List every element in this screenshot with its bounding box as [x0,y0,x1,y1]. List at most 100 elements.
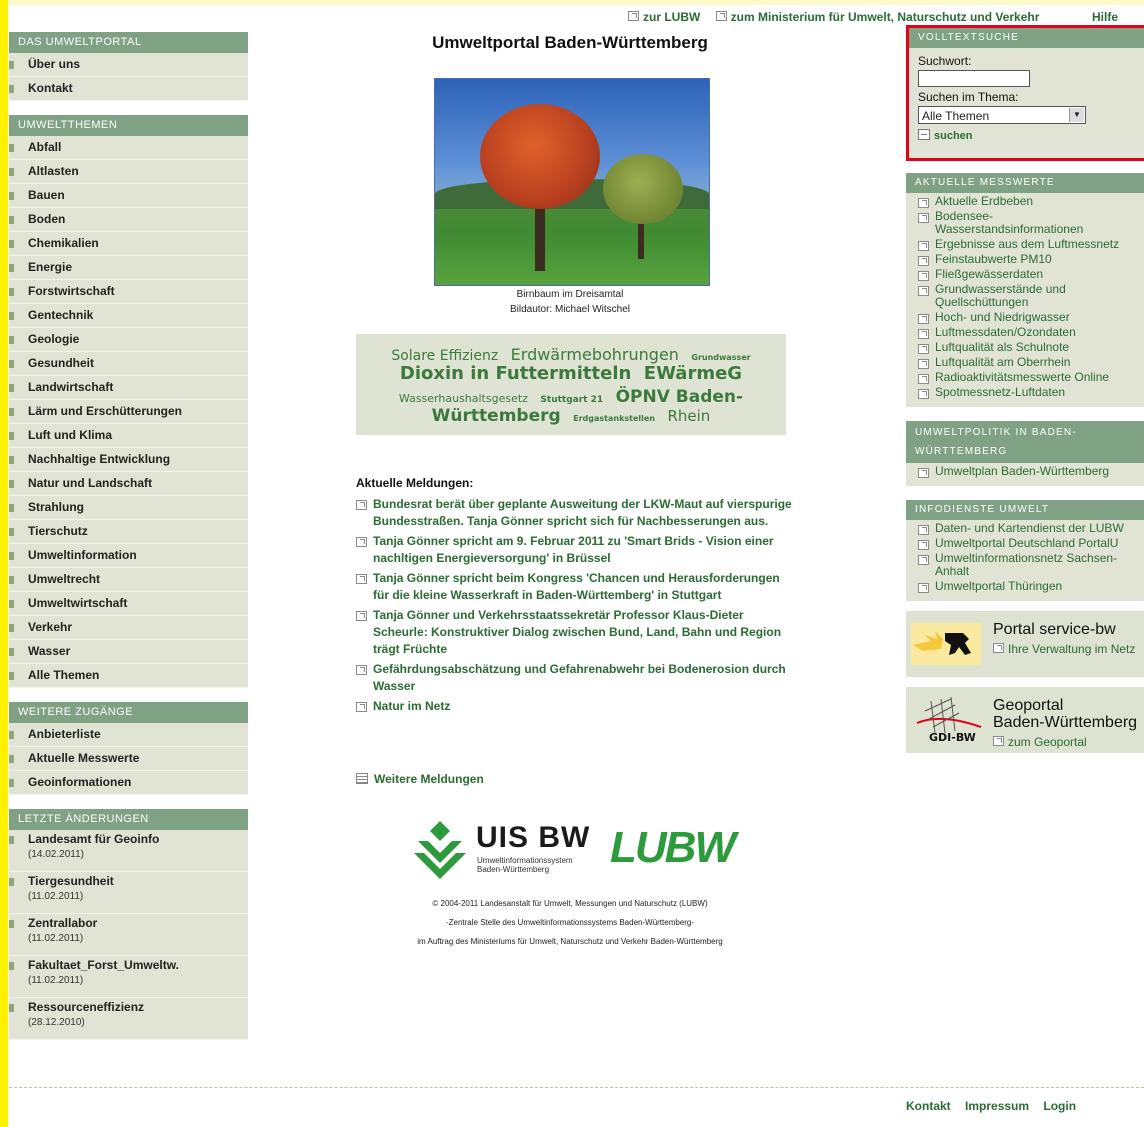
info-block: INFODIENSTE UMWELT Daten- und Kartendien… [906,500,1144,601]
nav-item[interactable]: Lärm und Erschütterungen [9,400,248,424]
news-item[interactable]: Tanja Gönner spricht beim Kongress 'Chan… [356,570,796,604]
nav-item[interactable]: Umweltwirtschaft [9,592,248,616]
tag-link[interactable]: Erdwärmebohrungen [511,345,679,364]
nav-item[interactable]: Umweltrecht [9,568,248,592]
nav-item[interactable]: Tierschutz [9,520,248,544]
right-column: VOLLTEXTSUCHE Suchwort: Suchen im Thema:… [906,25,1144,753]
nav-item[interactable]: Abfall [9,136,248,160]
nav-item[interactable]: Natur und Landschaft [9,472,248,496]
news-item[interactable]: Natur im Netz [356,698,796,715]
nav-item[interactable]: Geoinformationen [9,771,248,795]
tag-link[interactable]: ÖPNV Baden- [616,387,744,407]
nav-item[interactable]: Forstwirtschaft [9,280,248,304]
nav-item[interactable]: Altlasten [9,160,248,184]
top-links: zur LUBW zum Ministerium für Umwelt, Nat… [628,10,1051,24]
change-item[interactable]: Fakultaet_Forst_Umweltw. (11.02.2011) [9,956,248,998]
measurement-link[interactable]: Luftqualität am Oberrhein [906,356,1144,369]
keyword-label: Suchwort: [918,54,972,68]
tag-link[interactable]: EWärmeG [644,363,742,384]
news-item[interactable]: Tanja Gönner spricht am 9. Februar 2011 … [356,533,796,567]
footer-link-login[interactable]: Login [1043,1099,1076,1113]
change-item[interactable]: Zentrallabor (11.02.2011) [9,914,248,956]
nav-item[interactable]: Strahlung [9,496,248,520]
theme-select[interactable]: Alle Themen ▼ [918,106,1086,124]
help-link[interactable]: Hilfe [1092,10,1118,24]
geoportal-title: Geoportal Baden-Württemberg [993,697,1138,731]
link-ministerium[interactable]: zum Ministerium für Umwelt, Naturschutz … [715,10,1039,24]
measurement-link[interactable]: Luftmessdaten/Ozondaten [906,326,1144,339]
nav-item[interactable]: Gesundheit [9,352,248,376]
keyword-input[interactable] [918,70,1030,87]
info-link[interactable]: Umweltportal Deutschland PortalU [906,537,1144,550]
info-link[interactable]: Umweltinformationsnetz Sachsen-Anhalt [906,552,1144,578]
measurement-link[interactable]: Bodensee-Wasserstandsinformationen [906,210,1144,236]
nav-item[interactable]: Geologie [9,328,248,352]
nav-item[interactable]: Umweltinformation [9,544,248,568]
news-item[interactable]: Tanja Gönner und Verkehrsstaatssekretär … [356,607,796,658]
change-item[interactable]: Tiergesundheit (11.02.2011) [9,872,248,914]
change-label: Zentrallabor [28,916,98,930]
service-bw-promo[interactable]: Portal service-bw Ihre Verwaltung im Net… [906,611,1144,677]
lubw-logo[interactable]: LUBW [610,819,736,877]
measurement-link[interactable]: Ergebnisse aus dem Luftmessnetz [906,238,1144,251]
tag-link[interactable]: Rhein [667,407,710,425]
photo-caption: Birnbaum im Dreisamtal Bildautor: Michae… [340,287,800,317]
news-item[interactable]: Gefährdungsabschätzung und Gefahrenabweh… [356,661,796,695]
footer-link-kontakt[interactable]: Kontakt [906,1099,951,1113]
external-link-icon [918,314,929,324]
hero-photo [434,78,710,286]
nav-item[interactable]: Boden [9,208,248,232]
nav-item[interactable]: Luft und Klima [9,424,248,448]
nav-heading: LETZTE ÄNDERUNGEN [9,809,248,830]
measurement-link[interactable]: Radioaktivitätsmesswerte Online [906,371,1144,384]
policy-link[interactable]: Umweltplan Baden-Württemberg [906,465,1144,478]
tag-link[interactable]: Württemberg [432,406,561,426]
measurement-link[interactable]: Feinstaubwerte PM10 [906,253,1144,266]
tag-link[interactable]: Stuttgart 21 [540,395,603,405]
service-bw-link[interactable]: Ihre Verwaltung im Netz [993,642,1135,656]
measurement-link[interactable]: Luftqualität als Schulnote [906,341,1144,354]
nav-item[interactable]: Landwirtschaft [9,376,248,400]
measurement-link[interactable]: Grundwasserstände und Quellschüttungen [906,283,1144,309]
tag-link[interactable]: Wasserhaushaltsgesetz [399,392,528,405]
change-item[interactable]: Landesamt für Geoinfo (14.02.2011) [9,830,248,872]
search-button[interactable]: suchen [918,129,1144,142]
nav-item[interactable]: Bauen [9,184,248,208]
tag-link[interactable]: Grundwasser [691,353,750,362]
measurement-link[interactable]: Aktuelle Erdbeben [906,195,1144,208]
geoportal-link[interactable]: zum Geoportal [993,735,1087,749]
measurement-link[interactable]: Fließgewässerdaten [906,268,1144,281]
info-link[interactable]: Daten- und Kartendienst der LUBW [906,522,1144,535]
more-news-link[interactable]: Weitere Meldungen [356,772,484,786]
nav-item[interactable]: Gentechnik [9,304,248,328]
nav-item[interactable]: Aktuelle Messwerte [9,747,248,771]
news-item[interactable]: Bundesrat berät über geplante Ausweitung… [356,496,796,530]
external-link-icon [356,537,367,547]
nav-item[interactable]: Wasser [9,640,248,664]
geoportal-promo[interactable]: GDI-BW Geoportal Baden-Württemberg zum Ge… [906,687,1144,753]
nav-item[interactable]: Chemikalien [9,232,248,256]
nav-item[interactable]: Kontakt [9,77,248,101]
logos: UIS BW Umweltinformationssystem Baden-Wü… [404,815,744,885]
tag-link[interactable]: Erdgastankstellen [573,414,655,423]
nav-item[interactable]: Anbieterliste [9,723,248,747]
svg-text:GDI-BW: GDI-BW [929,731,976,744]
tag-link[interactable]: Dioxin in Futtermitteln [400,363,631,384]
footer-link-impressum[interactable]: Impressum [965,1099,1029,1113]
change-label: Tiergesundheit [28,874,114,888]
nav-item[interactable]: Über uns [9,53,248,77]
measurement-link[interactable]: Hoch- und Niedrigwasser [906,311,1144,324]
nav-item[interactable]: Energie [9,256,248,280]
change-item[interactable]: Ressourceneffizienz (28.12.2010) [9,998,248,1040]
nav-item[interactable]: Alle Themen [9,664,248,688]
nav-item[interactable]: Nachhaltige Entwicklung [9,448,248,472]
bw-lion-icon [911,623,981,665]
measurement-link[interactable]: Spotmessnetz-Luftdaten [906,386,1144,399]
tag-link[interactable]: Solare Effizienz [391,348,498,364]
link-lubw[interactable]: zur LUBW [628,10,700,24]
nav-item[interactable]: Verkehr [9,616,248,640]
info-link[interactable]: Umweltportal Thüringen [906,580,1144,593]
external-link-icon [356,665,367,675]
search-box: VOLLTEXTSUCHE Suchwort: Suchen im Thema:… [906,25,1144,161]
theme-label: Suchen im Thema: [918,90,1019,104]
